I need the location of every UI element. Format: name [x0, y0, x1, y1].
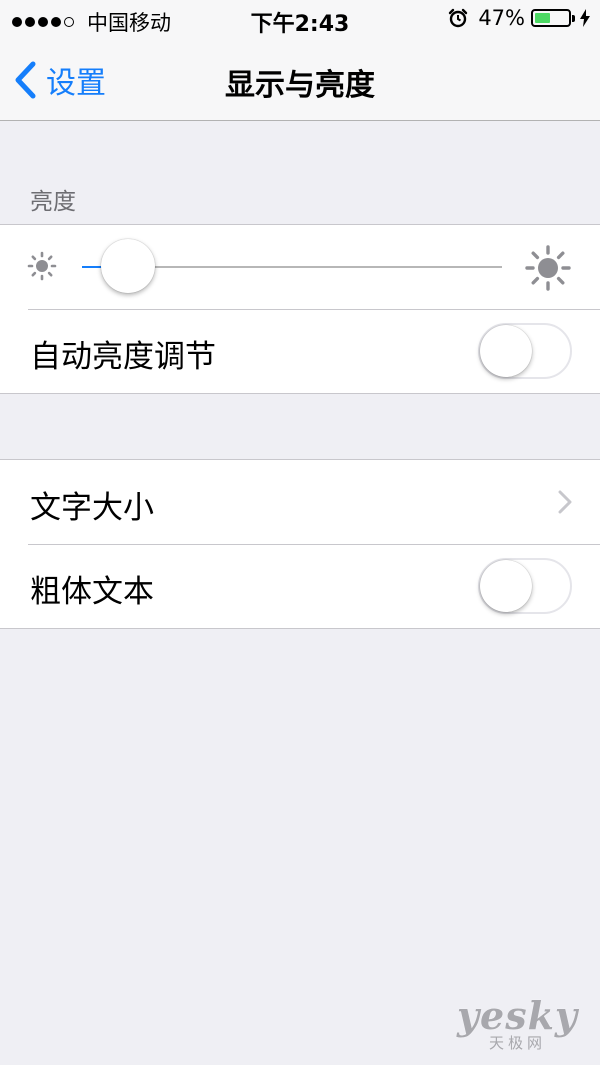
charging-bolt-icon [580, 9, 590, 27]
toggle-knob [480, 325, 532, 377]
alarm-icon [448, 8, 468, 28]
status-bar: 中国移动 下午2:43 47% [0, 0, 600, 40]
section-header-brightness: 亮度 [30, 189, 76, 215]
battery-icon [531, 9, 571, 27]
auto-brightness-label: 自动亮度调节 [30, 339, 216, 375]
brightness-slider[interactable] [82, 239, 502, 293]
bold-text-label: 粗体文本 [30, 574, 154, 610]
bold-text-row: 粗体文本 [0, 544, 600, 628]
brightness-group: 自动亮度调节 [0, 224, 600, 394]
battery-percent: 47% [478, 6, 525, 30]
status-right: 47% [448, 6, 590, 30]
battery-level [535, 13, 551, 23]
page-title: 显示与亮度 [225, 68, 375, 103]
chevron-right-icon [558, 490, 572, 518]
brightness-slider-row [0, 225, 600, 309]
text-size-label: 文字大小 [30, 490, 154, 526]
sun-large-icon [524, 244, 572, 296]
bold-text-toggle[interactable] [478, 558, 572, 614]
text-settings-group: 文字大小 粗体文本 [0, 459, 600, 629]
watermark-logo: yesky 天极网 [457, 993, 578, 1053]
sun-small-icon [26, 250, 58, 286]
battery-cap [572, 14, 575, 22]
auto-brightness-row: 自动亮度调节 [0, 309, 600, 393]
toggle-knob [480, 560, 532, 612]
text-size-row[interactable]: 文字大小 [0, 460, 600, 544]
brightness-slider-thumb[interactable] [101, 239, 156, 293]
auto-brightness-toggle[interactable] [478, 323, 572, 379]
navigation-bar: 设置 显示与亮度 [0, 40, 600, 121]
